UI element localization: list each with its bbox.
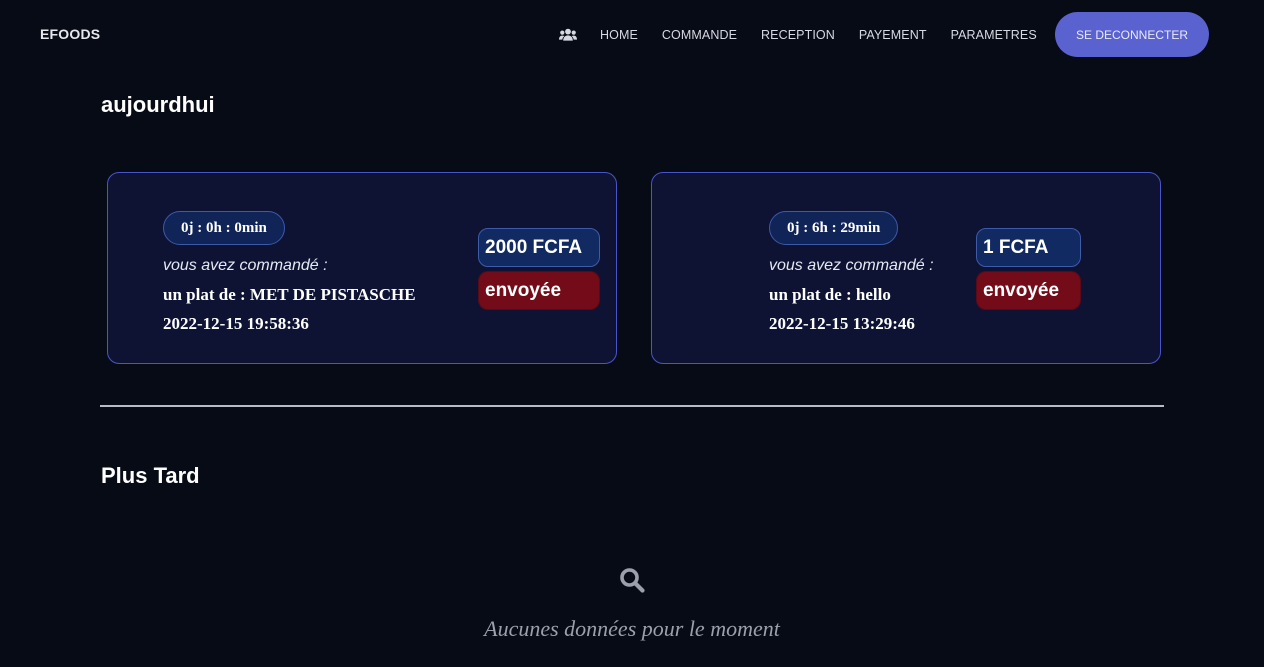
elapsed-time-badge: 0j : 6h : 29min bbox=[769, 211, 899, 245]
order-card[interactable]: 0j : 0h : 0min vous avez commandé : un p… bbox=[107, 172, 617, 364]
nav-menu: HOME COMMANDE RECEPTION PAYEMENT PARAMET… bbox=[559, 27, 1061, 43]
page: EFOODS HOME COMMANDE RECEPTION PAYEMENT … bbox=[0, 0, 1264, 667]
section-divider bbox=[100, 405, 1164, 407]
nav-link-commande[interactable]: COMMANDE bbox=[662, 28, 737, 42]
empty-state-message: Aucunes données pour le moment bbox=[484, 616, 780, 641]
price-badge: 2000 FCFA bbox=[478, 228, 600, 267]
order-dish: un plat de : hello bbox=[769, 285, 891, 304]
order-card[interactable]: 0j : 6h : 29min vous avez commandé : un … bbox=[651, 172, 1161, 364]
order-date: 2022-12-15 19:58:36 bbox=[163, 314, 309, 333]
users-icon[interactable] bbox=[559, 28, 577, 42]
nav-link-payement[interactable]: PAYEMENT bbox=[859, 28, 927, 42]
order-dish: un plat de : MET DE PISTASCHE bbox=[163, 285, 416, 304]
navbar: EFOODS HOME COMMANDE RECEPTION PAYEMENT … bbox=[0, 0, 1264, 68]
nav-link-reception[interactable]: RECEPTION bbox=[761, 28, 835, 42]
order-date: 2022-12-15 13:29:46 bbox=[769, 314, 915, 333]
order-intro-text: vous avez commandé : bbox=[769, 257, 934, 274]
section-title-today: aujourdhui bbox=[101, 92, 215, 117]
status-badge: envoyée bbox=[478, 271, 600, 310]
price-badge: 1 FCFA bbox=[976, 228, 1081, 267]
brand-logo[interactable]: EFOODS bbox=[40, 26, 100, 42]
section-title-later: Plus Tard bbox=[101, 463, 200, 488]
nav-link-home[interactable]: HOME bbox=[600, 28, 638, 42]
order-intro-text: vous avez commandé : bbox=[163, 257, 328, 274]
elapsed-time-badge: 0j : 0h : 0min bbox=[163, 211, 285, 245]
status-badge: envoyée bbox=[976, 271, 1081, 310]
nav-link-parametres[interactable]: PARAMETRES bbox=[951, 28, 1037, 42]
logout-button[interactable]: SE DECONNECTER bbox=[1055, 12, 1209, 57]
search-icon bbox=[619, 567, 645, 593]
